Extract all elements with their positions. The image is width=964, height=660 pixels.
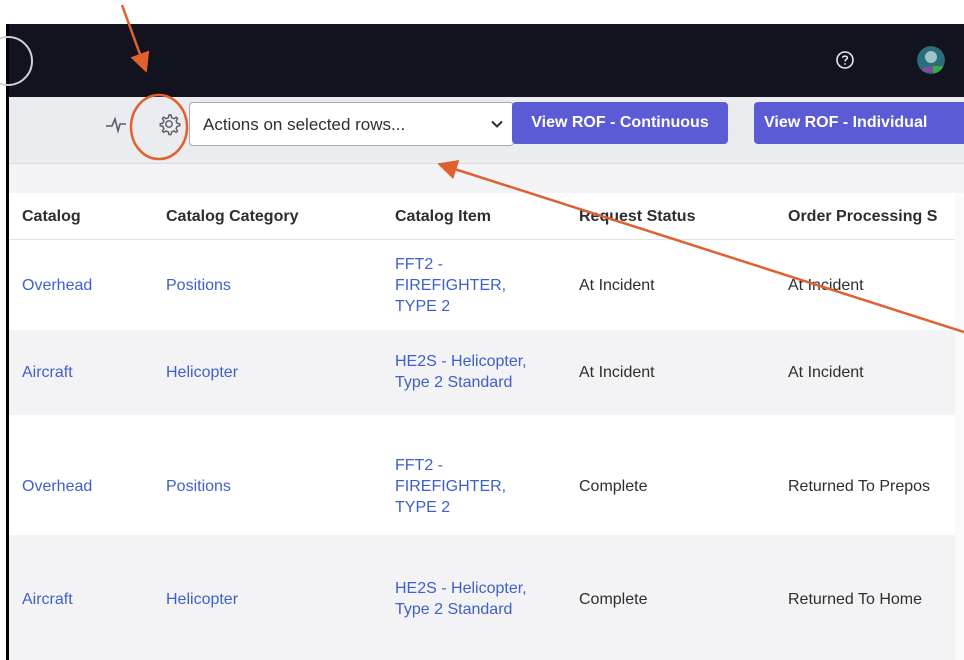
category-link[interactable]: Positions xyxy=(166,476,231,497)
top-navbar xyxy=(0,24,964,97)
catalog-item-link-line[interactable]: FIREFIGHTER, xyxy=(395,476,506,497)
table-scroll-edge xyxy=(955,193,964,660)
catalog-link[interactable]: Aircraft xyxy=(22,362,73,383)
category-link[interactable]: Positions xyxy=(166,275,231,296)
catalog-item-link-line[interactable]: FIREFIGHTER, xyxy=(395,275,506,296)
request-status-cell: Complete xyxy=(579,478,648,495)
catalog-item-link-line[interactable]: HE2S - Helicopter, xyxy=(395,351,527,372)
catalog-item-link-line[interactable]: TYPE 2 xyxy=(395,296,450,317)
question-circle-icon[interactable] xyxy=(835,50,855,70)
table-subheader-bar xyxy=(9,164,964,193)
request-status-cell: At Incident xyxy=(579,277,655,294)
table-row[interactable]: Aircraft Helicopter HE2S - Helicopter, T… xyxy=(9,535,964,660)
catalog-item-link-line[interactable]: TYPE 2 xyxy=(395,497,450,518)
catalog-link[interactable]: Overhead xyxy=(22,275,92,296)
chevron-down-icon xyxy=(491,120,503,128)
view-rof-individual-button[interactable]: View ROF - Individual xyxy=(754,102,964,144)
order-processing-cell: At Incident xyxy=(788,364,864,381)
user-avatar-icon[interactable] xyxy=(917,46,945,74)
view-rof-continuous-button[interactable]: View ROF - Continuous xyxy=(512,102,728,144)
catalog-item-link-line[interactable]: Type 2 Standard xyxy=(395,372,512,393)
category-link[interactable]: Helicopter xyxy=(166,589,238,610)
table-toolbar: Actions on selected rows... View ROF - C… xyxy=(9,97,964,164)
table-header-row: Catalog Catalog Category Catalog Item Re… xyxy=(9,193,964,240)
header-request-status[interactable]: Request Status xyxy=(579,208,695,226)
gear-icon[interactable] xyxy=(156,111,182,137)
header-order-processing-status[interactable]: Order Processing S xyxy=(788,208,937,226)
header-catalog-item[interactable]: Catalog Item xyxy=(395,208,491,226)
header-catalog-category[interactable]: Catalog Category xyxy=(166,208,298,226)
order-processing-cell: At Incident xyxy=(788,277,864,294)
table-row[interactable]: Overhead Positions FFT2 - FIREFIGHTER, T… xyxy=(9,240,964,330)
catalog-item-link-line[interactable]: Type 2 Standard xyxy=(395,599,512,620)
request-status-cell: Complete xyxy=(579,591,648,608)
requests-table: Catalog Catalog Category Catalog Item Re… xyxy=(9,193,964,660)
order-processing-cell: Returned To Prepos xyxy=(788,478,931,495)
table-row[interactable]: Aircraft Helicopter HE2S - Helicopter, T… xyxy=(9,330,964,415)
actions-dropdown[interactable]: Actions on selected rows... xyxy=(189,102,514,146)
catalog-item-link-line[interactable]: HE2S - Helicopter, xyxy=(395,578,527,599)
menu-circle-button[interactable] xyxy=(0,36,33,86)
request-status-cell: At Incident xyxy=(579,364,655,381)
table-row[interactable]: Overhead Positions FFT2 - FIREFIGHTER, T… xyxy=(9,415,964,535)
catalog-link[interactable]: Overhead xyxy=(22,476,92,497)
app-window: Actions on selected rows... View ROF - C… xyxy=(0,0,964,660)
catalog-item-link-line[interactable]: FFT2 - xyxy=(395,254,443,275)
order-processing-cell: Returned To Home xyxy=(788,591,922,608)
catalog-item-link-line[interactable]: FFT2 - xyxy=(395,455,443,476)
header-catalog[interactable]: Catalog xyxy=(22,208,81,226)
catalog-link[interactable]: Aircraft xyxy=(22,589,73,610)
actions-dropdown-placeholder: Actions on selected rows... xyxy=(203,115,406,134)
activity-pulse-icon[interactable] xyxy=(105,116,127,134)
category-link[interactable]: Helicopter xyxy=(166,362,238,383)
